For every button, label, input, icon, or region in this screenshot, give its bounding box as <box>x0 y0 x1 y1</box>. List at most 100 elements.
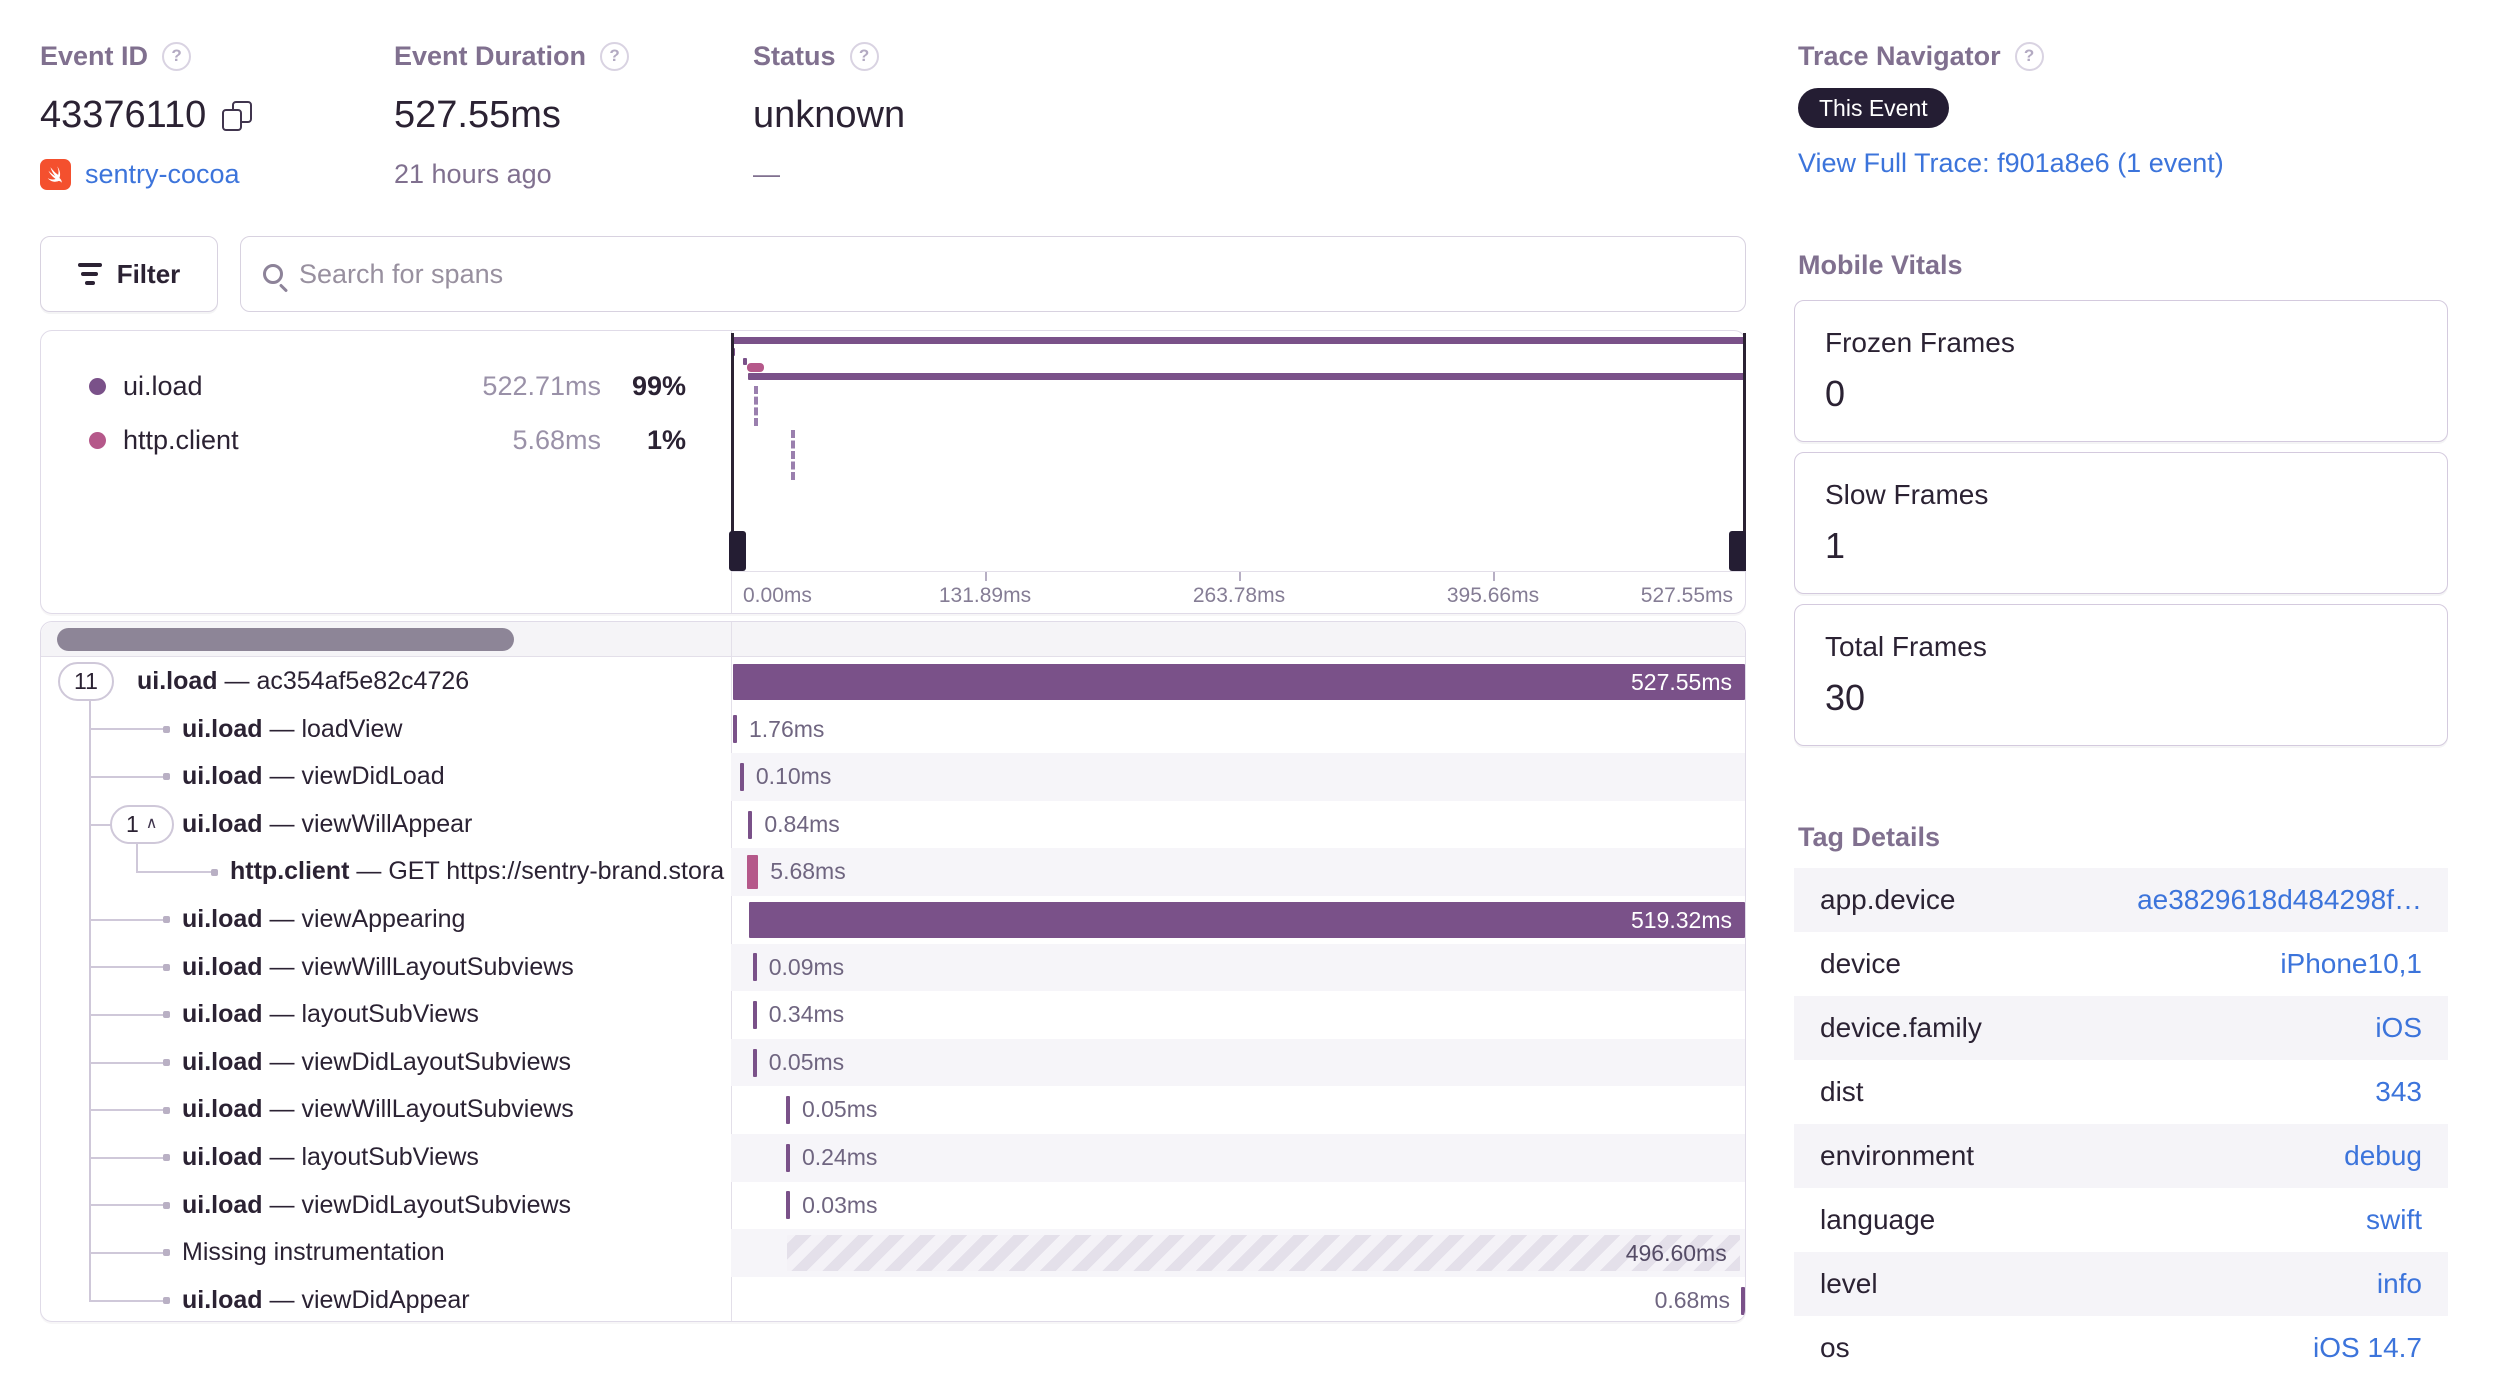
legend-item[interactable]: ui.load 522.71ms 99% <box>41 359 731 413</box>
tag-key: os <box>1820 1332 1850 1363</box>
time-axis: 0.00ms 131.89ms 263.78ms 395.66ms 527.55ms <box>731 571 1745 613</box>
span-duration-bar[interactable] <box>733 715 737 744</box>
span-duration-bar[interactable] <box>752 1000 757 1029</box>
vital-card[interactable]: Slow Frames 1 <box>1794 452 2448 594</box>
scrollbar-thumb[interactable] <box>57 628 514 651</box>
vital-card[interactable]: Total Frames 30 <box>1794 604 2448 746</box>
span-duration-bar[interactable] <box>785 1096 790 1125</box>
tree-connector-line <box>89 1204 163 1207</box>
legend-percent: 1% <box>646 424 686 455</box>
span-row[interactable]: Missing instrumentation 496.60ms <box>41 1229 1745 1277</box>
tag-row: environment debug <box>1794 1124 2448 1188</box>
span-row[interactable]: ui.load — layoutSubViews 0.24ms <box>41 1134 1745 1182</box>
tree-connector-line <box>89 918 163 921</box>
tag-value-link[interactable]: 343 <box>2375 1076 2422 1108</box>
span-duration-label: 0.68ms <box>1654 1286 1730 1313</box>
span-bar-cell: 0.03ms <box>731 1182 1745 1230</box>
span-row[interactable]: ui.load — viewAppearing 519.32ms <box>41 896 1745 944</box>
trace-overview-panel: ui.load 522.71ms 99% http.client 5.68ms 1% 0.… <box>40 330 1746 614</box>
span-row[interactable]: ui.load — viewDidAppear 0.68ms <box>41 1277 1745 1321</box>
span-count-pill[interactable]: 11 <box>58 662 114 701</box>
span-duration-label: 5.68ms <box>770 858 846 885</box>
span-title: ui.load — layoutSubViews <box>182 1143 479 1171</box>
span-title: ui.load — viewWillLayoutSubviews <box>182 1095 574 1124</box>
span-row[interactable]: ui.load — viewDidLayoutSubviews 0.05ms <box>41 1038 1745 1087</box>
span-duration-bar[interactable] <box>785 1143 790 1172</box>
event-id-label: Event ID <box>40 40 149 71</box>
tree-connector-dot <box>211 868 218 876</box>
span-duration-bar[interactable] <box>752 1048 757 1077</box>
span-row[interactable]: 1 ∧ ui.load — viewWillAppear 0.84ms <box>41 801 1745 849</box>
axis-tick <box>1493 572 1495 581</box>
help-icon[interactable]: ? <box>2014 41 2044 71</box>
span-row[interactable]: http.client — GET https://sentry-brand.s… <box>41 848 1745 896</box>
vital-card[interactable]: Frozen Frames 0 <box>1794 300 2448 442</box>
span-row[interactable]: ui.load — viewDidLoad 0.10ms <box>41 753 1745 801</box>
legend-duration: 5.68ms <box>512 424 601 455</box>
minimap-left-grip[interactable] <box>729 531 746 571</box>
tag-value-link[interactable]: debug <box>2344 1140 2422 1172</box>
span-duration-bar[interactable] <box>747 855 759 890</box>
span-duration-bar[interactable] <box>748 810 753 839</box>
span-row[interactable]: ui.load — layoutSubViews 0.34ms <box>41 991 1745 1039</box>
span-bar-cell: 496.60ms <box>731 1229 1745 1277</box>
tree-connector-line <box>89 1109 163 1112</box>
span-bar-cell: 1.76ms <box>731 706 1745 754</box>
search-input[interactable] <box>299 258 1723 290</box>
span-row[interactable]: ui.load — viewWillLayoutSubviews 0.09ms <box>41 943 1745 992</box>
span-duration-bar[interactable] <box>739 762 744 791</box>
event-id-value: 43376110 <box>40 94 207 136</box>
mobile-vitals-heading: Mobile Vitals <box>1798 250 1963 280</box>
tree-connector-dot <box>163 725 170 733</box>
span-title: ui.load — viewWillLayoutSubviews <box>182 952 574 981</box>
span-title: ui.load — layoutSubViews <box>182 1000 479 1029</box>
help-icon[interactable]: ? <box>600 41 630 71</box>
span-duration-bar[interactable]: 527.55ms <box>733 663 1745 700</box>
help-icon[interactable]: ? <box>849 41 879 71</box>
span-title: ui.load — viewDidLayoutSubviews <box>182 1047 572 1076</box>
tag-value-link[interactable]: iOS 14.7 <box>2313 1332 2422 1364</box>
tag-value-link[interactable]: swift <box>2366 1204 2422 1236</box>
span-duration-label: 1.76ms <box>749 715 825 742</box>
span-bar-cell: 527.55ms <box>731 658 1745 706</box>
span-duration-bar[interactable]: 496.60ms <box>787 1234 1740 1271</box>
event-duration-ago: 21 hours ago <box>394 159 552 189</box>
tag-key: level <box>1820 1268 1878 1299</box>
span-duration-label: 519.32ms <box>1630 906 1732 933</box>
span-title: ui.load — viewAppearing <box>182 905 466 933</box>
copy-icon[interactable] <box>222 100 253 131</box>
span-title: ui.load — viewWillAppear <box>182 809 473 838</box>
vital-card-title: Frozen Frames <box>1825 327 2015 358</box>
status-value: unknown <box>753 94 906 136</box>
tag-key: device.family <box>1820 1012 1982 1043</box>
span-duration-bar[interactable] <box>1741 1286 1745 1315</box>
span-row[interactable]: ui.load — viewWillLayoutSubviews 0.05ms <box>41 1086 1745 1134</box>
tag-value-link[interactable]: iOS <box>2375 1012 2422 1044</box>
tag-value-link[interactable]: ae3829618d484298f… <box>2137 884 2422 916</box>
legend-item[interactable]: http.client 5.68ms 1% <box>41 413 731 467</box>
help-icon[interactable]: ? <box>162 41 192 71</box>
tag-row: app.device ae3829618d484298f… <box>1794 868 2448 932</box>
status-subtext: — <box>753 159 780 189</box>
project-link[interactable]: sentry-cocoa <box>85 159 240 190</box>
span-row[interactable]: ui.load — viewDidLayoutSubviews 0.03ms <box>41 1182 1745 1230</box>
span-row[interactable]: ui.load — loadView 1.76ms <box>41 706 1745 754</box>
event-duration-section: Event Duration ? 527.55ms 21 hours ago <box>394 40 630 190</box>
trace-navigator-label: Trace Navigator <box>1798 40 2001 71</box>
tag-value-link[interactable]: info <box>2377 1268 2422 1300</box>
tag-key: app.device <box>1820 884 1956 915</box>
tag-value-link[interactable]: iPhone10,1 <box>2280 948 2422 980</box>
filter-button[interactable]: Filter <box>40 236 218 312</box>
minimap-right-grip[interactable] <box>1729 531 1746 571</box>
span-title: ui.load — viewDidLoad <box>182 762 445 791</box>
filter-icon <box>77 263 102 285</box>
span-duration-bar[interactable] <box>752 953 757 982</box>
minimap-view-appearing-span <box>748 373 1745 380</box>
span-duration-bar[interactable] <box>786 1191 791 1220</box>
span-count-pill[interactable]: 1 ∧ <box>110 804 174 844</box>
view-full-trace-link[interactable]: View Full Trace: f901a8e6 (1 event) <box>1798 148 2224 178</box>
span-duration-bar[interactable]: 519.32ms <box>748 901 1745 938</box>
legend-percent: 99% <box>631 370 686 401</box>
span-tree-cell: ui.load — viewDidAppear <box>41 1277 731 1321</box>
span-row[interactable]: 11 ui.load — ac354af5e82c4726 527.55ms <box>41 658 1745 706</box>
